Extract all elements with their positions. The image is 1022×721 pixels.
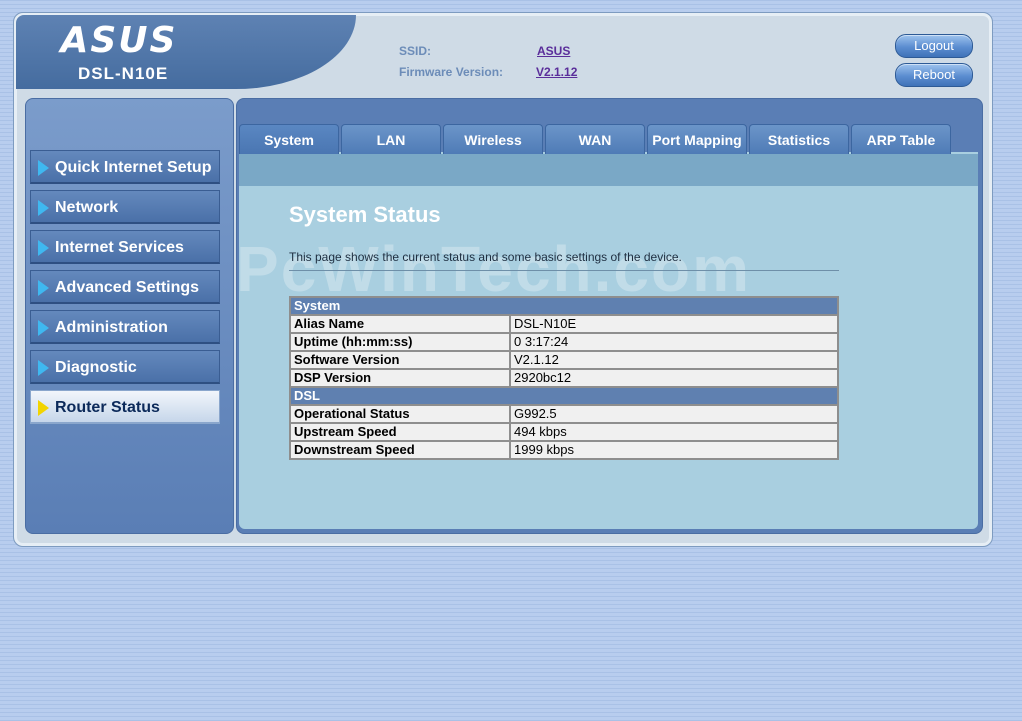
model-name: DSL-N10E <box>78 64 169 83</box>
table-row: Alias Name DSL-N10E <box>289 314 839 334</box>
tab-port-mapping[interactable]: Port Mapping <box>647 124 747 154</box>
sidebar-item-label: Diagnostic <box>55 359 137 376</box>
row-key: Software Version <box>289 350 511 370</box>
tab-statistics[interactable]: Statistics <box>749 124 849 154</box>
sidebar-item-label: Advanced Settings <box>55 279 200 296</box>
table-row: Upstream Speed 494 kbps <box>289 422 839 442</box>
table-row: Operational Status G992.5 <box>289 404 839 424</box>
row-value: 494 kbps <box>509 422 839 442</box>
row-value: V2.1.12 <box>509 350 839 370</box>
sidebar-item-label: Router Status <box>55 399 160 416</box>
section-header-dsl: DSL <box>289 386 839 406</box>
divider <box>289 270 839 271</box>
sidebar-item-label: Quick Internet Setup <box>55 159 212 176</box>
page-description: This page shows the current status and s… <box>289 250 682 264</box>
row-key: DSP Version <box>289 368 511 388</box>
table-row: Uptime (hh:mm:ss) 0 3:17:24 <box>289 332 839 352</box>
watermark: PcWinTech.com <box>236 233 751 305</box>
firmware-link[interactable]: V2.1.12 <box>536 65 577 79</box>
sidebar-item-advanced-settings[interactable]: Advanced Settings <box>30 270 220 304</box>
tab-wireless[interactable]: Wireless <box>443 124 543 154</box>
sidebar-item-label: Administration <box>55 319 168 336</box>
arrow-icon <box>38 320 49 336</box>
ssid-label: SSID: <box>399 44 432 58</box>
arrow-icon <box>38 360 49 376</box>
sidebar-item-diagnostic[interactable]: Diagnostic <box>30 350 220 384</box>
arrow-icon <box>38 280 49 296</box>
row-key: Upstream Speed <box>289 422 511 442</box>
table-row: Software Version V2.1.12 <box>289 350 839 370</box>
table-section-row: System <box>289 296 839 316</box>
row-value: 2920bc12 <box>509 368 839 388</box>
row-value: 1999 kbps <box>509 440 839 460</box>
arrow-icon <box>38 400 49 416</box>
table-row: Downstream Speed 1999 kbps <box>289 440 839 460</box>
row-key: Operational Status <box>289 404 511 424</box>
tab-underbar <box>239 154 978 186</box>
tab-arp-table[interactable]: ARP Table <box>851 124 951 154</box>
table-section-row: DSL <box>289 386 839 406</box>
status-table: System Alias Name DSL-N10E Uptime (hh:mm… <box>289 296 839 460</box>
row-key: Downstream Speed <box>289 440 511 460</box>
logout-button[interactable]: Logout <box>895 34 973 58</box>
table-row: DSP Version 2920bc12 <box>289 368 839 388</box>
page-title: System Status <box>289 202 441 227</box>
row-value: 0 3:17:24 <box>509 332 839 352</box>
arrow-icon <box>38 200 49 216</box>
row-key: Uptime (hh:mm:ss) <box>289 332 511 352</box>
arrow-icon <box>38 160 49 176</box>
sidebar-item-quick-internet-setup[interactable]: Quick Internet Setup <box>30 150 220 184</box>
sidebar-item-administration[interactable]: Administration <box>30 310 220 344</box>
sidebar-item-label: Internet Services <box>55 239 184 256</box>
arrow-icon <box>38 240 49 256</box>
tab-system[interactable]: System <box>239 124 339 154</box>
tab-wan[interactable]: WAN <box>545 124 645 154</box>
row-key: Alias Name <box>289 314 511 334</box>
ssid-link[interactable]: ASUS <box>537 44 570 58</box>
row-value: DSL-N10E <box>509 314 839 334</box>
sidebar-item-internet-services[interactable]: Internet Services <box>30 230 220 264</box>
tab-lan[interactable]: LAN <box>341 124 441 154</box>
sidebar-item-label: Network <box>55 199 119 216</box>
asus-logo: ASUS <box>60 20 178 61</box>
reboot-button[interactable]: Reboot <box>895 63 973 87</box>
sidebar-item-network[interactable]: Network <box>30 190 220 224</box>
sidebar-item-router-status[interactable]: Router Status <box>30 390 220 424</box>
firmware-label: Firmware Version: <box>399 65 504 79</box>
row-value: G992.5 <box>509 404 839 424</box>
section-header-system: System <box>289 296 839 316</box>
